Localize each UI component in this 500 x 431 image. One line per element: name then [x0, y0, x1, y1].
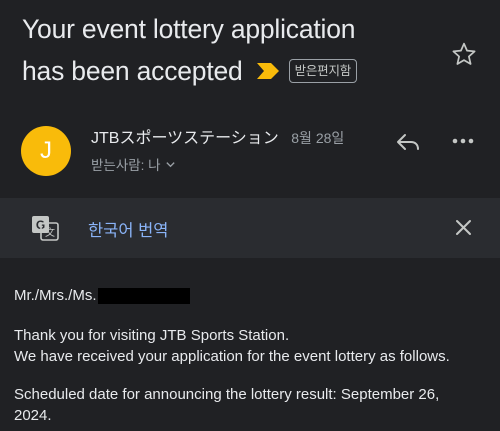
sender-row: JTBスポーツステーション 8월 28일	[91, 124, 344, 148]
subject-line-2: has been accepted	[22, 56, 243, 86]
greeting-text: Mr./Mrs./Ms.	[14, 287, 97, 304]
email-date: 8월 28일	[291, 130, 345, 146]
body-line-1: Thank you for visiting JTB Sports Statio…	[14, 327, 290, 344]
translate-link[interactable]: 한국어 번역	[88, 217, 168, 241]
email-subject: Your event lottery application has been …	[22, 8, 442, 92]
sender-avatar[interactable]: J	[21, 126, 71, 176]
subject-line-1: Your event lottery application	[22, 14, 356, 44]
body-paragraph-2: Scheduled date for announcing the lotter…	[14, 385, 490, 426]
inbox-label-chip[interactable]: 받은편지함	[288, 59, 358, 83]
greeting-line: Mr./Mrs./Ms.	[14, 286, 490, 307]
svg-text:文: 文	[45, 226, 55, 239]
subject-line-2-row: has been accepted 받은편지함	[22, 50, 442, 92]
recipient-text: 받는사람: 나	[91, 158, 161, 173]
translate-bar: G 文 한국어 번역	[0, 198, 500, 258]
body-line-4: 2024.	[14, 406, 52, 424]
recipient-details[interactable]: 받는사람: 나	[91, 154, 176, 174]
body-line-2: We have received your application for th…	[14, 347, 450, 365]
google-translate-icon: G 文	[32, 216, 59, 241]
more-options-icon[interactable]	[452, 137, 474, 145]
redacted-name	[97, 288, 190, 305]
body-line-3: Scheduled date for announcing the lotter…	[14, 386, 440, 403]
sender-name[interactable]: JTBスポーツステーション	[91, 130, 279, 147]
importance-marker-icon[interactable]	[256, 63, 279, 79]
avatar-letter: J	[40, 137, 52, 164]
body-paragraph-1: Thank you for visiting JTB Sports Statio…	[14, 326, 490, 367]
email-view: Your event lottery application has been …	[0, 0, 500, 431]
close-icon[interactable]	[455, 219, 472, 236]
star-icon[interactable]	[451, 41, 477, 67]
chevron-down-icon	[165, 161, 175, 167]
reply-icon[interactable]	[395, 131, 421, 153]
